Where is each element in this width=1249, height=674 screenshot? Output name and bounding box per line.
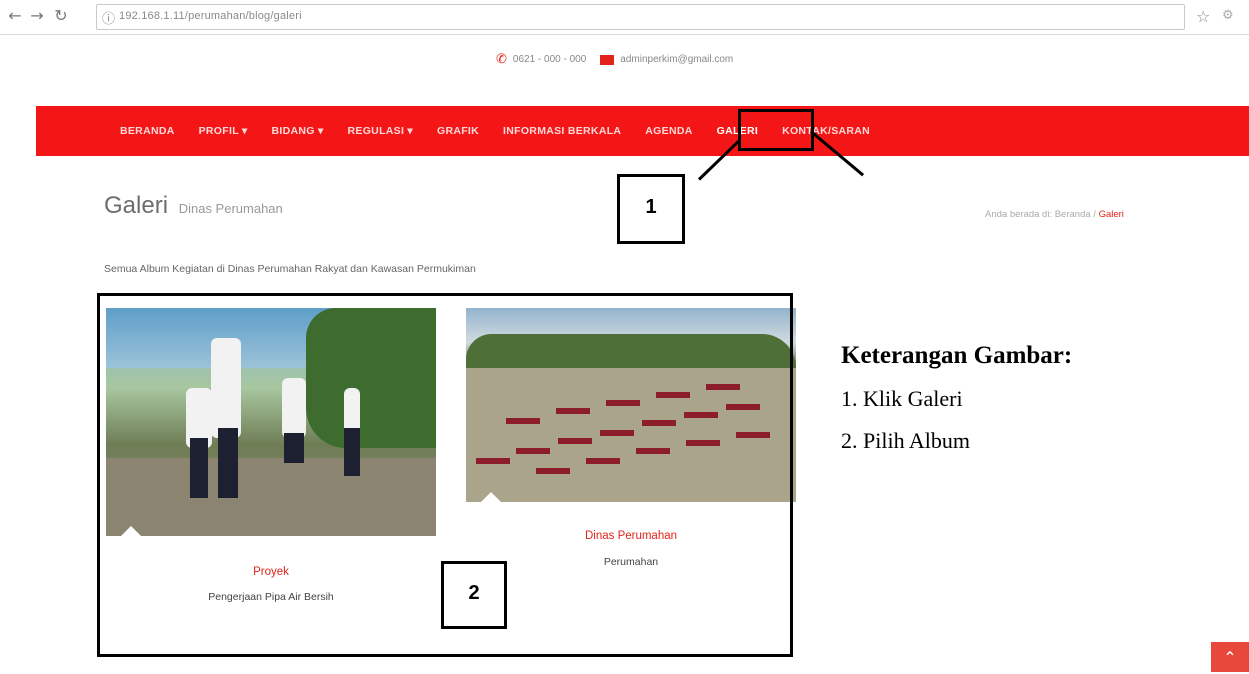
menu-item-bidang-label: BIDANG <box>271 125 315 137</box>
contact-bar: ✆ 0621 - 000 - 000 adminperkim@gmail.com <box>496 52 733 67</box>
menu-item-agenda[interactable]: AGENDA <box>645 125 692 137</box>
page-info-icon[interactable]: ⓘ <box>102 8 115 27</box>
annotation-galeri-highlight <box>738 109 814 151</box>
menu-item-regulasi-label: REGULASI <box>347 125 405 137</box>
url-text: 192.168.1.11/perumahan/blog/galeri <box>119 10 302 22</box>
menu-item-bidang[interactable]: BIDANG ▾ <box>272 125 324 137</box>
menu-item-beranda[interactable]: BERANDA <box>120 125 175 137</box>
bookmark-star-icon[interactable]: ☆ <box>1196 7 1210 26</box>
menu-item-grafik[interactable]: GRAFIK <box>437 125 479 137</box>
main-navbar: BERANDA PROFIL ▾ BIDANG ▾ REGULASI ▾ GRA… <box>36 106 1249 156</box>
page-subtitle: Dinas Perumahan <box>178 201 283 216</box>
notes-item-1: 1. Klik Galeri <box>841 386 963 411</box>
menu-item-profil[interactable]: PROFIL ▾ <box>199 125 248 137</box>
annotation-box-1-label: 1 <box>645 196 657 218</box>
page-title-text: Galeri <box>104 192 169 219</box>
notes-heading: Keterangan Gambar: <box>841 342 1073 369</box>
phone-icon: ✆ <box>496 52 507 67</box>
notes-item-2: 2. Pilih Album <box>841 428 970 453</box>
annotation-box-2-label: 2 <box>468 582 480 604</box>
contact-email[interactable]: adminperkim@gmail.com <box>620 54 733 65</box>
menu-item-regulasi[interactable]: REGULASI ▾ <box>348 125 413 137</box>
menu-item-profil-label: PROFIL <box>198 125 239 137</box>
back-icon[interactable]: ← <box>6 6 24 26</box>
browser-toolbar: ← → ↻ ⓘ 192.168.1.11/perumahan/blog/gale… <box>0 0 1249 35</box>
reload-icon[interactable]: ↻ <box>52 6 70 26</box>
annotation-box-1: 1 <box>617 174 685 244</box>
breadcrumb: Anda berada di: Beranda / Galeri <box>985 209 1124 220</box>
page-lead-text: Semua Album Kegiatan di Dinas Perumahan … <box>104 263 476 275</box>
extension-icon[interactable]: ⚙ <box>1222 8 1234 23</box>
breadcrumb-current[interactable]: Galeri <box>1099 209 1124 220</box>
breadcrumb-prefix: Anda berada di: Beranda / <box>985 209 1096 220</box>
menu-item-informasi-berkala[interactable]: INFORMASI BERKALA <box>503 125 621 137</box>
explanation-notes: Keterangan Gambar: 1. Klik Galeri 2. Pil… <box>841 342 1072 454</box>
contact-phone: 0621 - 000 - 000 <box>512 54 587 65</box>
scroll-to-top-button[interactable]: ⌃ <box>1211 642 1249 672</box>
forward-icon[interactable]: → <box>28 6 46 26</box>
page-title: Galeri Dinas Perumahan <box>104 192 283 220</box>
address-bar[interactable]: ⓘ 192.168.1.11/perumahan/blog/galeri <box>96 4 1185 30</box>
mail-icon <box>600 54 615 65</box>
annotation-box-2: 2 <box>441 561 507 629</box>
chevron-up-icon: ⌃ <box>1223 648 1237 667</box>
